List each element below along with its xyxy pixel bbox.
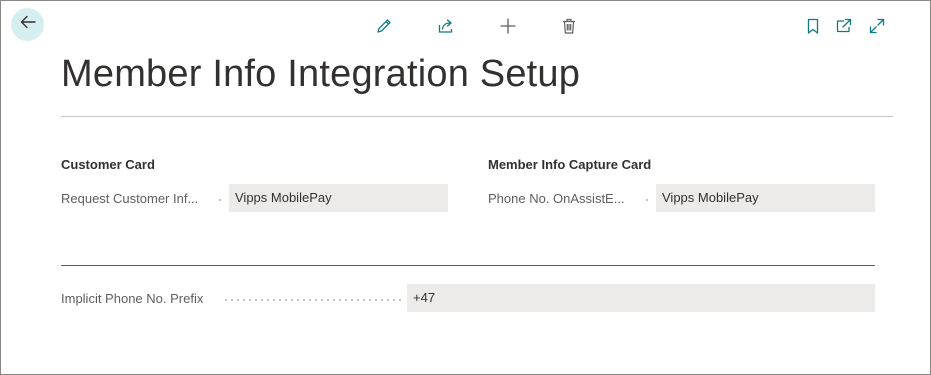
field-leader-dots <box>644 199 652 201</box>
plus-icon <box>499 17 517 40</box>
phone-no-onassist-label: Phone No. OnAssistE... <box>488 191 625 206</box>
request-customer-info-field[interactable]: Vipps MobilePay <box>229 184 448 212</box>
edit-button[interactable] <box>373 17 395 39</box>
back-button[interactable] <box>11 8 44 41</box>
arrow-left-icon <box>19 13 37 36</box>
bookmark-button[interactable] <box>802 17 824 39</box>
request-customer-info-label: Request Customer Inf... <box>61 191 199 206</box>
trash-icon <box>560 17 578 40</box>
new-button[interactable] <box>497 17 519 39</box>
open-new-window-button[interactable] <box>833 17 855 39</box>
field-leader-dots <box>217 199 225 201</box>
expand-button[interactable] <box>866 17 888 39</box>
section-divider <box>61 265 875 266</box>
field-leader-dots <box>223 299 401 301</box>
page-frame: Member Info Integration Setup Customer C… <box>0 0 931 375</box>
group-caption-customer-card: Customer Card <box>61 157 155 172</box>
page-title: Member Info Integration Setup <box>61 53 581 95</box>
open-in-new-window-icon <box>835 17 853 40</box>
implicit-phone-prefix-field[interactable]: +47 <box>407 284 875 312</box>
share-button[interactable] <box>435 17 457 39</box>
expand-icon <box>868 17 886 40</box>
title-divider <box>61 116 893 117</box>
phone-no-onassist-field[interactable]: Vipps MobilePay <box>656 184 875 212</box>
group-caption-member-info-capture-card: Member Info Capture Card <box>488 157 652 172</box>
bookmark-icon <box>804 17 822 40</box>
delete-button[interactable] <box>558 17 580 39</box>
pencil-icon <box>375 17 393 40</box>
implicit-phone-prefix-label: Implicit Phone No. Prefix <box>61 291 204 306</box>
share-icon <box>437 17 455 40</box>
